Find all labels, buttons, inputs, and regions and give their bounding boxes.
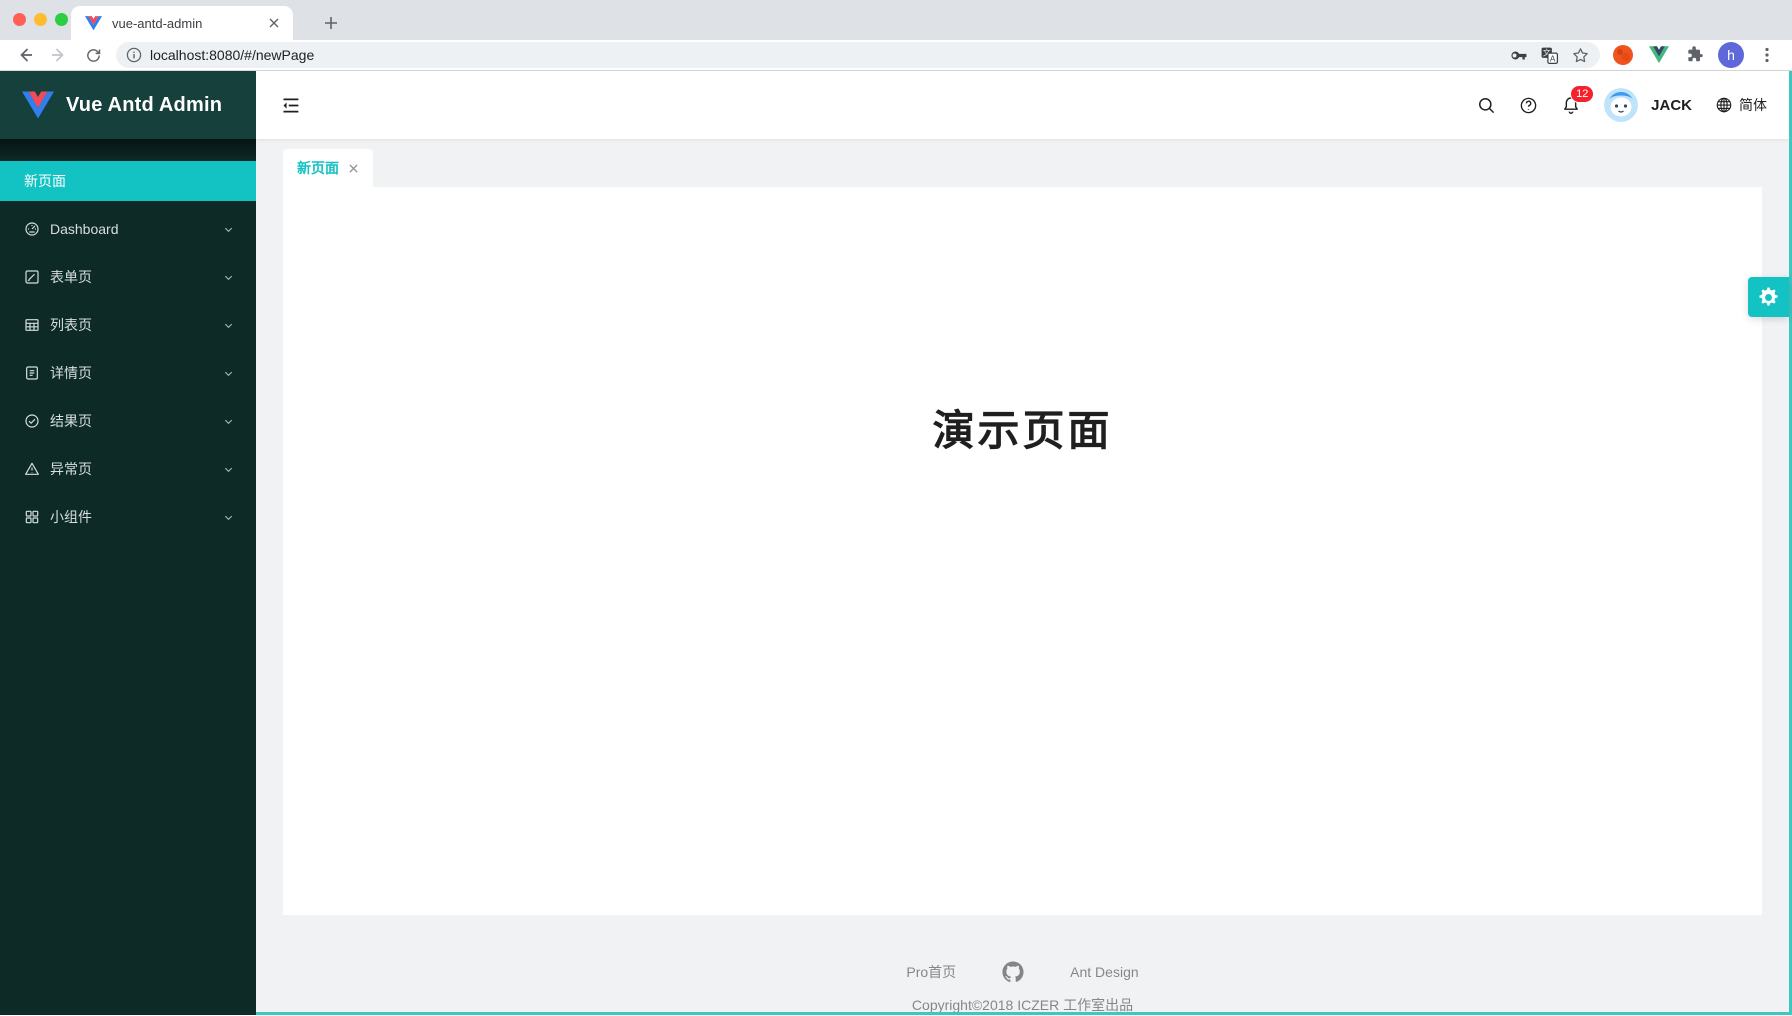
footer-link-ant-design[interactable]: Ant Design [1070,964,1138,980]
page-title: 演示页面 [283,187,1762,458]
sidebar-item-label: 列表页 [50,315,92,335]
chevron-down-icon [223,272,234,283]
minimize-window-button[interactable] [34,13,47,26]
notifications-button[interactable]: 12 [1561,95,1581,116]
back-button[interactable] [11,41,39,69]
footer-link-pro-home[interactable]: Pro首页 [906,962,956,982]
notification-badge: 12 [1570,85,1594,103]
sidebar-item-widgets[interactable]: 小组件 [0,497,256,537]
chevron-down-icon [223,416,234,427]
language-label: 简体 [1739,95,1767,115]
sidebar-item-details[interactable]: 详情页 [0,353,256,393]
github-icon[interactable] [1002,961,1024,983]
globe-icon [1715,96,1733,114]
vue-devtools-icon[interactable] [1646,42,1672,68]
reload-button[interactable] [79,41,107,69]
chevron-down-icon [223,512,234,523]
language-switcher[interactable]: 简体 [1715,95,1767,115]
sidebar-item-label: Dashboard [50,221,119,237]
sidebar-item-label: 新页面 [24,171,66,191]
chevron-down-icon [223,224,234,235]
browser-tabstrip: vue-antd-admin [0,0,1792,40]
close-tab-icon[interactable] [348,163,359,174]
zoom-window-button[interactable] [55,13,68,26]
browser-tab-title: vue-antd-admin [112,16,265,31]
sidebar-item-newpage[interactable]: 新页面 [0,161,256,201]
content-area: 新页面 演示页面 Pro首页 Ant Design Copyright©2018… [256,139,1789,1015]
theme-settings-button[interactable] [1748,277,1789,317]
profile-icon [24,365,40,381]
help-icon[interactable] [1519,96,1538,115]
extensions-puzzle-icon[interactable] [1682,42,1708,68]
sidebar-item-label: 小组件 [50,507,92,527]
page-tab-label: 新页面 [297,158,339,178]
address-bar[interactable]: localhost:8080/#/newPage 文A [116,42,1600,68]
table-icon [24,317,40,333]
appstore-icon [24,509,40,525]
header-actions: 12 JACK 简体 [1477,88,1789,122]
window-controls[interactable] [13,13,68,26]
sidebar-item-dashboard[interactable]: Dashboard [0,209,256,249]
username-label[interactable]: JACK [1651,97,1692,114]
close-tab-icon[interactable] [265,14,283,32]
vue-favicon-icon [85,16,102,31]
page-footer: Pro首页 Ant Design Copyright©2018 ICZER 工作… [256,961,1789,1015]
theme-bottom-border [256,1012,1792,1015]
page-tabbar: 新页面 [256,149,1789,187]
browser-tab[interactable]: vue-antd-admin [71,6,293,40]
bookmark-star-icon[interactable] [1571,46,1590,65]
browser-toolbar: localhost:8080/#/newPage 文A h [0,40,1792,71]
app-header: 12 JACK 简体 [256,71,1789,139]
brand-title: Vue Antd Admin [66,94,222,117]
sidebar-fold-button[interactable] [280,95,301,116]
url-text[interactable]: localhost:8080/#/newPage [150,47,1497,63]
dashboard-icon [24,221,40,237]
extensions-area: h [1610,42,1780,68]
vue-logo-icon [22,91,54,120]
sidebar-item-label: 表单页 [50,267,92,287]
page-info-icon[interactable] [126,47,142,63]
password-key-icon[interactable] [1509,46,1528,65]
sidebar: Vue Antd Admin 新页面 Dashboard 表单页 列表页 [0,71,256,1015]
extension-orange-icon[interactable] [1610,42,1636,68]
form-icon [24,269,40,285]
close-window-button[interactable] [13,13,26,26]
app-window: Vue Antd Admin 新页面 Dashboard 表单页 列表页 [0,71,1792,1015]
sidebar-item-exceptions[interactable]: 异常页 [0,449,256,489]
sidebar-item-label: 详情页 [50,363,92,383]
search-icon[interactable] [1477,96,1496,115]
chevron-down-icon [223,320,234,331]
svg-text:A: A [1550,53,1556,63]
sidebar-item-results[interactable]: 结果页 [0,401,256,441]
translate-icon[interactable]: 文A [1540,46,1559,65]
new-tab-button[interactable] [316,8,346,38]
brand-logo[interactable]: Vue Antd Admin [0,71,256,139]
browser-profile-avatar[interactable]: h [1718,42,1744,68]
page-card: 演示页面 [283,187,1762,915]
user-avatar[interactable] [1604,88,1638,122]
sidebar-item-label: 结果页 [50,411,92,431]
warning-icon [24,461,40,477]
forward-button[interactable] [45,41,73,69]
browser-menu-icon[interactable] [1754,42,1780,68]
chevron-down-icon [223,368,234,379]
sidebar-item-lists[interactable]: 列表页 [0,305,256,345]
sidebar-divider [0,139,256,161]
sidebar-item-forms[interactable]: 表单页 [0,257,256,297]
gear-icon [1757,286,1780,309]
check-circle-icon [24,413,40,429]
page-tab-newpage[interactable]: 新页面 [283,149,373,187]
sidebar-item-label: 异常页 [50,459,92,479]
chevron-down-icon [223,464,234,475]
